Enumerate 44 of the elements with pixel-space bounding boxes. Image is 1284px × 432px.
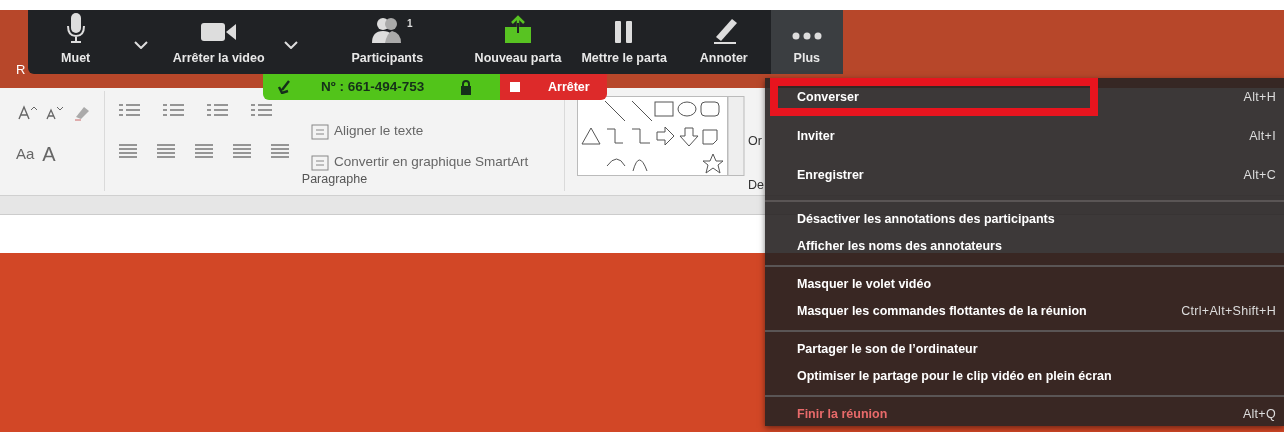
menu-item[interactable]: Masquer les commandes flottantes de la réunion Ctrl+Alt+Shift+H <box>765 298 1284 325</box>
shortcut-text: Ctrl+Alt+Shift+H <box>1181 303 1276 321</box>
toolbar-button[interactable]: Nouveau parta <box>468 10 568 74</box>
ribbon-button[interactable]: A <box>42 139 56 169</box>
toolbar-button[interactable]: Arrêter la video <box>166 10 271 74</box>
toolbar-button[interactable]: Muet <box>50 10 102 74</box>
menu-item[interactable]: Finir la réunion Alt+Q <box>765 401 1284 428</box>
caret-icon[interactable] <box>134 40 149 49</box>
app-title: R <box>16 61 26 79</box>
stop-share-button[interactable]: Arrêter <box>500 74 607 100</box>
stop-icon <box>510 82 520 93</box>
ribbon-button[interactable]: Convertir en graphique SmartArt <box>334 151 529 173</box>
menu-item[interactable]: Désactiver les annotations des participants <box>765 206 1284 233</box>
menu-item[interactable]: Optimiser le partage pour le clip vidéo en plein écran <box>765 363 1284 390</box>
ribbon-button[interactable]: Or <box>748 132 762 151</box>
participant-count: 1 <box>407 17 413 31</box>
toolbar-button[interactable]: Annoter <box>688 10 759 74</box>
share-screen-icon <box>503 15 534 46</box>
group-label: De <box>748 177 764 194</box>
menu-item[interactable]: Converser Alt+H <box>765 78 1284 117</box>
menu-item[interactable]: Partager le son de l’ordinateur <box>765 336 1284 363</box>
caret-icon[interactable] <box>283 40 298 49</box>
toolbar-button[interactable]: Mettre le parta <box>575 10 673 74</box>
shortcut-text: Alt+C <box>1243 167 1276 185</box>
align-text-icon <box>310 122 330 141</box>
menu-item[interactable]: Afficher les noms des annotateurs <box>765 233 1284 260</box>
shortcut-text: Alt+Q <box>1242 406 1276 424</box>
toolbar-button[interactable]: Participants 1 <box>341 10 434 74</box>
group-label: Paragraphe <box>300 171 369 189</box>
ribbon-button[interactable]: Aligner le texte <box>334 120 424 142</box>
menu-item[interactable]: Masquer le volet vidéo <box>765 271 1284 298</box>
shortcut-text: Alt+H <box>1243 89 1276 107</box>
shortcut-text: Alt+I <box>1249 128 1276 146</box>
more-icon <box>790 31 823 42</box>
lock-icon <box>460 79 473 95</box>
menu-item[interactable]: Inviter Alt+I <box>765 117 1284 156</box>
ribbon-button[interactable]: Aa <box>16 142 35 166</box>
toolbar-button[interactable]: Plus <box>770 10 843 74</box>
smartart-icon <box>310 153 330 172</box>
menu-item[interactable]: Enregistrer Alt+C <box>765 156 1284 195</box>
font-size-increase-icon <box>18 103 38 120</box>
back-arrow-icon <box>277 80 291 95</box>
align-left-icon <box>117 141 139 158</box>
meeting-id-bar: Nº : 661-494-753 <box>263 74 500 100</box>
